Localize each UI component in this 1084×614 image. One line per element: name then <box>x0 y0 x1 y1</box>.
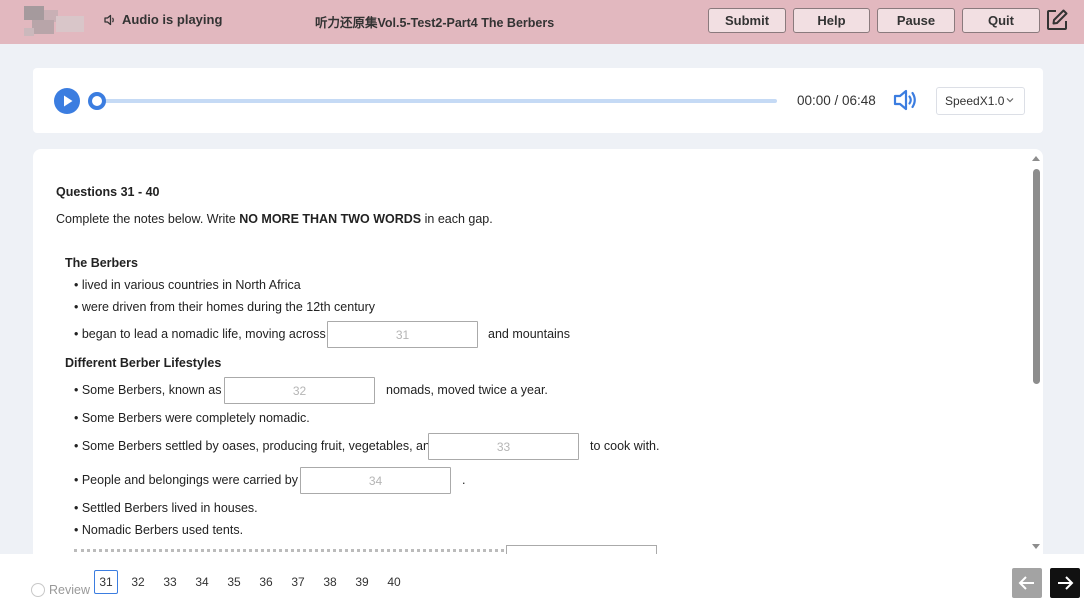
edit-icon[interactable] <box>1045 8 1069 32</box>
previous-button[interactable] <box>1012 568 1042 598</box>
play-button[interactable] <box>54 88 80 114</box>
note-line: • Settled Berbers lived in houses. <box>74 501 258 515</box>
questions-heading: Questions 31 - 40 <box>56 185 160 199</box>
review-checkbox[interactable] <box>31 583 45 597</box>
question-nav-31[interactable]: 31 <box>94 570 118 594</box>
audio-status: Audio is playing <box>104 12 222 27</box>
review-label: Review <box>49 583 90 597</box>
note-line: • began to lead a nomadic life, moving a… <box>74 327 326 341</box>
speed-value: SpeedX1.0 <box>945 94 1005 108</box>
chevron-down-icon <box>1006 98 1014 103</box>
section-title: Different Berber Lifestyles <box>65 356 222 370</box>
answer-input-34[interactable] <box>300 467 451 494</box>
note-line: . <box>462 473 466 487</box>
question-nav-37[interactable]: 37 <box>286 570 310 594</box>
arrow-left-icon <box>1018 576 1034 590</box>
scrollbar-thumb[interactable] <box>1033 169 1040 384</box>
question-nav-33[interactable]: 33 <box>158 570 182 594</box>
progress-handle[interactable] <box>88 92 106 110</box>
instructions: Complete the notes below. Write NO MORE … <box>56 212 493 226</box>
progress-track[interactable] <box>97 99 777 103</box>
submit-button[interactable]: Submit <box>708 8 786 33</box>
quit-button[interactable]: Quit <box>962 8 1040 33</box>
note-line: • Some Berbers, known as <box>74 383 222 397</box>
question-nav-40[interactable]: 40 <box>382 570 406 594</box>
speed-select[interactable]: SpeedX1.0 <box>936 87 1025 115</box>
avatar <box>24 6 86 38</box>
time-display: 00:00 / 06:48 <box>797 93 876 108</box>
answer-input-33[interactable] <box>428 433 579 460</box>
note-line: • were driven from their homes during th… <box>74 300 376 314</box>
question-panel: Questions 31 - 40 Complete the notes bel… <box>33 149 1043 554</box>
scroll-down-arrow-icon[interactable] <box>1031 543 1041 551</box>
clipped-note-line <box>74 547 504 554</box>
pause-button[interactable]: Pause <box>877 8 955 33</box>
question-nav-35[interactable]: 35 <box>222 570 246 594</box>
note-line: • lived in various countries in North Af… <box>74 278 301 292</box>
next-button[interactable] <box>1050 568 1080 598</box>
audio-player: 00:00 / 06:48 SpeedX1.0 <box>33 68 1043 133</box>
note-line: • Some Berbers settled by oases, produci… <box>74 439 437 453</box>
question-nav-34[interactable]: 34 <box>190 570 214 594</box>
note-line: • Some Berbers were completely nomadic. <box>74 411 310 425</box>
answer-input-35[interactable] <box>506 545 657 554</box>
review-toggle[interactable]: Review <box>31 583 90 597</box>
bottom-bar: Review 31 32 33 34 35 36 37 38 39 40 <box>0 554 1084 614</box>
question-nav-36[interactable]: 36 <box>254 570 278 594</box>
audio-status-label: Audio is playing <box>122 12 223 27</box>
note-line: and mountains <box>488 327 571 341</box>
answer-input-31[interactable] <box>327 321 478 348</box>
question-nav-38[interactable]: 38 <box>318 570 342 594</box>
question-nav-32[interactable]: 32 <box>126 570 150 594</box>
help-button[interactable]: Help <box>793 8 870 33</box>
note-line: to cook with. <box>590 439 660 453</box>
scroll-up-arrow-icon[interactable] <box>1031 154 1041 162</box>
top-bar: Audio is playing 听力还原集Vol.5-Test2-Part4 … <box>0 0 1084 44</box>
play-icon <box>64 95 73 107</box>
arrow-right-icon <box>1058 576 1074 590</box>
test-title: 听力还原集Vol.5-Test2-Part4 The Berbers <box>315 16 555 30</box>
note-line: • Nomadic Berbers used tents. <box>74 523 244 537</box>
section-title: The Berbers <box>65 256 138 270</box>
speaker-icon <box>104 14 114 25</box>
note-line: nomads, moved twice a year. <box>386 383 548 397</box>
note-line: • People and belongings were carried by <box>74 473 298 487</box>
answer-input-32[interactable] <box>224 377 375 404</box>
question-nav-39[interactable]: 39 <box>350 570 374 594</box>
volume-icon[interactable] <box>893 88 919 112</box>
